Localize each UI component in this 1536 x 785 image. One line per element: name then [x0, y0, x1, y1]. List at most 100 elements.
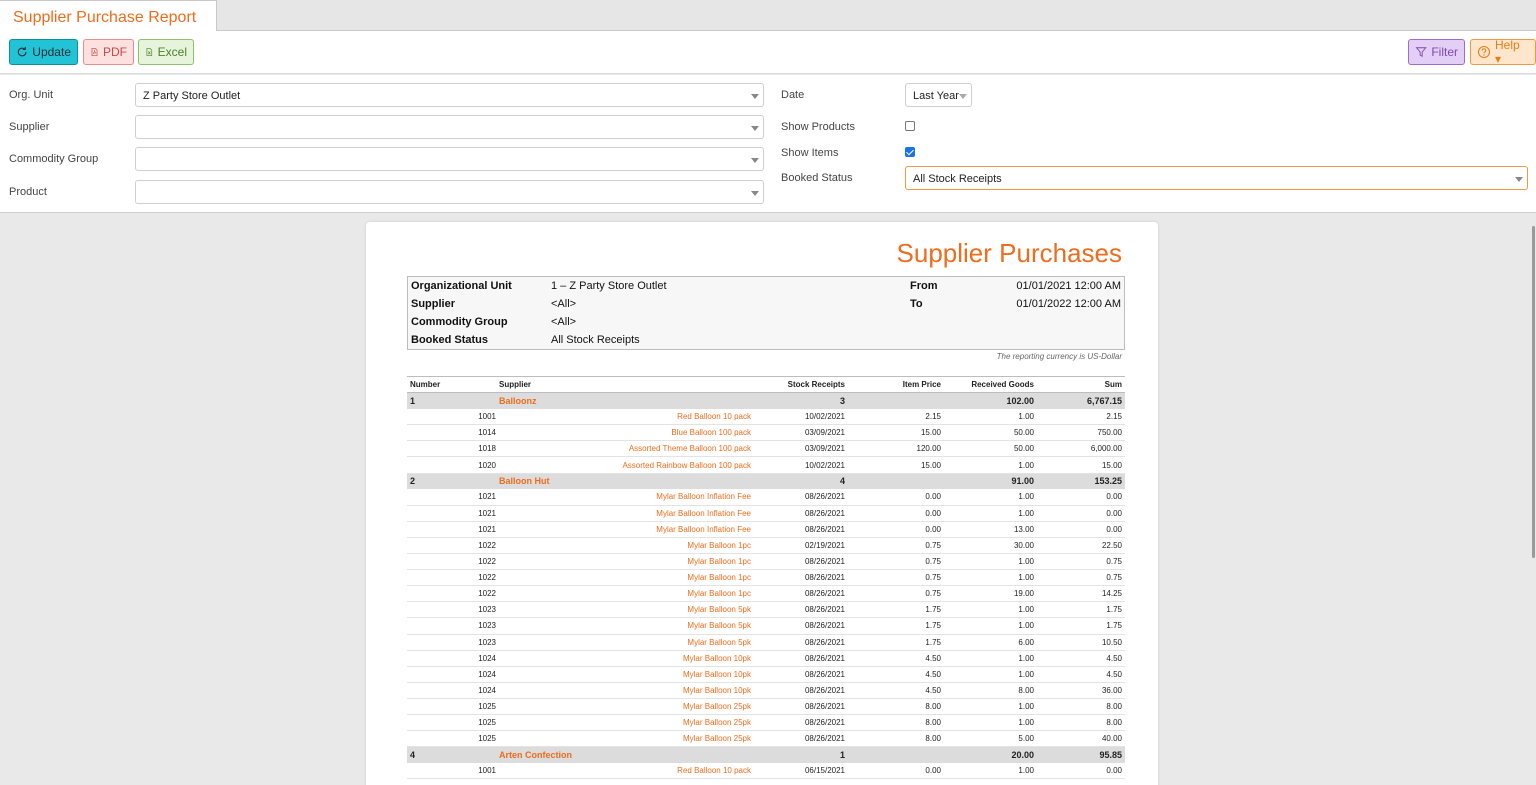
- org-unit-select[interactable]: Z Party Store Outlet: [135, 83, 764, 107]
- info-supplier-label: Supplier: [411, 298, 456, 310]
- filter-label: Filter: [1431, 45, 1458, 59]
- item-name-link[interactable]: Mylar Balloon 5pk: [496, 601, 754, 619]
- date-select[interactable]: Last Year: [905, 83, 972, 107]
- info-to-value: 01/01/2022 12:00 AM: [1016, 298, 1121, 310]
- item-sum: 4.50: [1037, 666, 1125, 683]
- item-name-link[interactable]: Red Balloon 10 pack: [496, 762, 754, 780]
- info-commodity-label: Commodity Group: [411, 316, 508, 328]
- product-label: Product: [9, 186, 47, 198]
- item-price: 1.75: [848, 601, 944, 619]
- group-supplier-link[interactable]: Balloon Hut: [496, 472, 754, 490]
- item-name-link[interactable]: Mylar Balloon 1pc: [496, 537, 754, 555]
- item-sum: 4.50: [1037, 650, 1125, 667]
- group-sum: 6,767.15: [1037, 392, 1125, 409]
- item-number: 1023: [407, 617, 496, 635]
- chevron-down-icon: [751, 94, 759, 99]
- item-number: 1023: [407, 601, 496, 619]
- pdf-button[interactable]: PDF: [83, 39, 134, 65]
- group-receipts: 4: [754, 472, 848, 490]
- item-date: 08/26/2021: [754, 521, 848, 538]
- item-row: 1025 Mylar Balloon 25pk 08/26/2021 8.00 1.00…: [407, 698, 1125, 715]
- item-date: 08/26/2021: [754, 682, 848, 699]
- item-number: 1025: [407, 730, 496, 748]
- item-number: 1021: [407, 489, 496, 506]
- item-date: 06/15/2021: [754, 762, 848, 780]
- item-date: 08/26/2021: [754, 601, 848, 619]
- excel-button[interactable]: Excel: [138, 39, 194, 65]
- funnel-icon: [1415, 47, 1427, 57]
- item-name-link[interactable]: Assorted Theme Balloon 100 pack: [496, 440, 754, 458]
- item-name-link[interactable]: Mylar Balloon 10pk: [496, 682, 754, 699]
- item-number: 1020: [407, 456, 496, 474]
- item-name-link[interactable]: Red Balloon 10 pack: [496, 408, 754, 426]
- item-name-link[interactable]: Mylar Balloon 25pk: [496, 714, 754, 732]
- item-row: 1025 Mylar Balloon 25pk 08/26/2021 8.00 5.00…: [407, 730, 1125, 748]
- chevron-down-icon: [751, 158, 759, 163]
- booked-status-select[interactable]: All Stock Receipts: [905, 166, 1528, 190]
- item-number: 1024: [407, 666, 496, 683]
- report-table: Number Supplier Stock Receipts Item Pric…: [407, 375, 1125, 780]
- scrollbar-thumb[interactable]: [1532, 226, 1535, 558]
- product-select[interactable]: [135, 180, 764, 204]
- item-price: 0.00: [848, 505, 944, 522]
- pdf-label: PDF: [103, 45, 127, 59]
- chevron-down-icon: [751, 191, 759, 196]
- item-received: 19.00: [944, 585, 1037, 603]
- item-name-link[interactable]: Assorted Rainbow Balloon 100 pack: [496, 456, 754, 474]
- item-name-link[interactable]: Mylar Balloon 5pk: [496, 617, 754, 635]
- filter-button[interactable]: Filter: [1408, 39, 1465, 65]
- item-date: 02/19/2021: [754, 537, 848, 555]
- report-viewer[interactable]: Supplier Purchases Organizational Unit 1…: [0, 214, 1536, 785]
- item-date: 08/26/2021: [754, 714, 848, 732]
- show-products-checkbox[interactable]: [905, 121, 915, 131]
- item-number: 1025: [407, 714, 496, 732]
- group-supplier-link[interactable]: Arten Confection: [496, 746, 754, 763]
- excel-file-icon: [146, 48, 153, 56]
- item-name-link[interactable]: Mylar Balloon 25pk: [496, 730, 754, 748]
- item-price: 120.00: [848, 440, 944, 458]
- item-number: 1018: [407, 440, 496, 458]
- help-button[interactable]: Help ▾: [1470, 38, 1536, 66]
- currency-note: The reporting currency is US-Dollar: [996, 352, 1122, 361]
- tab-supplier-purchase-report[interactable]: Supplier Purchase Report: [0, 0, 217, 32]
- item-name-link[interactable]: Mylar Balloon Inflation Fee: [496, 521, 754, 538]
- item-received: 1.00: [944, 617, 1037, 635]
- item-date: 03/09/2021: [754, 440, 848, 458]
- item-date: 08/26/2021: [754, 585, 848, 603]
- item-number: 1023: [407, 634, 496, 651]
- update-button[interactable]: Update: [9, 39, 78, 65]
- item-name-link[interactable]: Mylar Balloon 10pk: [496, 650, 754, 667]
- item-name-link[interactable]: Mylar Balloon 1pc: [496, 569, 754, 587]
- show-items-checkbox[interactable]: [905, 147, 915, 157]
- item-date: 08/26/2021: [754, 698, 848, 715]
- item-number: 1024: [407, 650, 496, 667]
- item-price: 15.00: [848, 456, 944, 474]
- item-name-link[interactable]: Mylar Balloon 5pk: [496, 634, 754, 651]
- item-price: 4.50: [848, 682, 944, 699]
- item-sum: 1.75: [1037, 617, 1125, 635]
- item-row: 1021 Mylar Balloon Inflation Fee 08/26/202…: [407, 489, 1125, 506]
- item-price: 4.50: [848, 650, 944, 667]
- supplier-select[interactable]: [135, 115, 764, 139]
- item-name-link[interactable]: Mylar Balloon Inflation Fee: [496, 489, 754, 506]
- group-supplier-link[interactable]: Balloonz: [496, 392, 754, 409]
- supplier-label: Supplier: [9, 121, 50, 133]
- item-sum: 40.00: [1037, 730, 1125, 748]
- item-sum: 750.00: [1037, 424, 1125, 442]
- item-date: 08/26/2021: [754, 617, 848, 635]
- update-label: Update: [32, 45, 71, 59]
- date-label: Date: [781, 89, 805, 101]
- item-price: 1.75: [848, 617, 944, 635]
- item-name-link[interactable]: Mylar Balloon 1pc: [496, 553, 754, 571]
- item-name-link[interactable]: Mylar Balloon 1pc: [496, 585, 754, 603]
- supplier-group-row: 2 Balloon Hut 4 91.00 153.25: [407, 472, 1125, 490]
- commodity-group-select[interactable]: [135, 147, 764, 171]
- chevron-down-icon: [1515, 177, 1523, 182]
- item-name-link[interactable]: Blue Balloon 100 pack: [496, 424, 754, 442]
- item-name-link[interactable]: Mylar Balloon 25pk: [496, 698, 754, 715]
- item-name-link[interactable]: Mylar Balloon Inflation Fee: [496, 505, 754, 522]
- item-name-link[interactable]: Mylar Balloon 10pk: [496, 666, 754, 683]
- booked-status-value: All Stock Receipts: [913, 173, 1002, 185]
- item-sum: 14.25: [1037, 585, 1125, 603]
- chevron-down-icon: [959, 94, 967, 99]
